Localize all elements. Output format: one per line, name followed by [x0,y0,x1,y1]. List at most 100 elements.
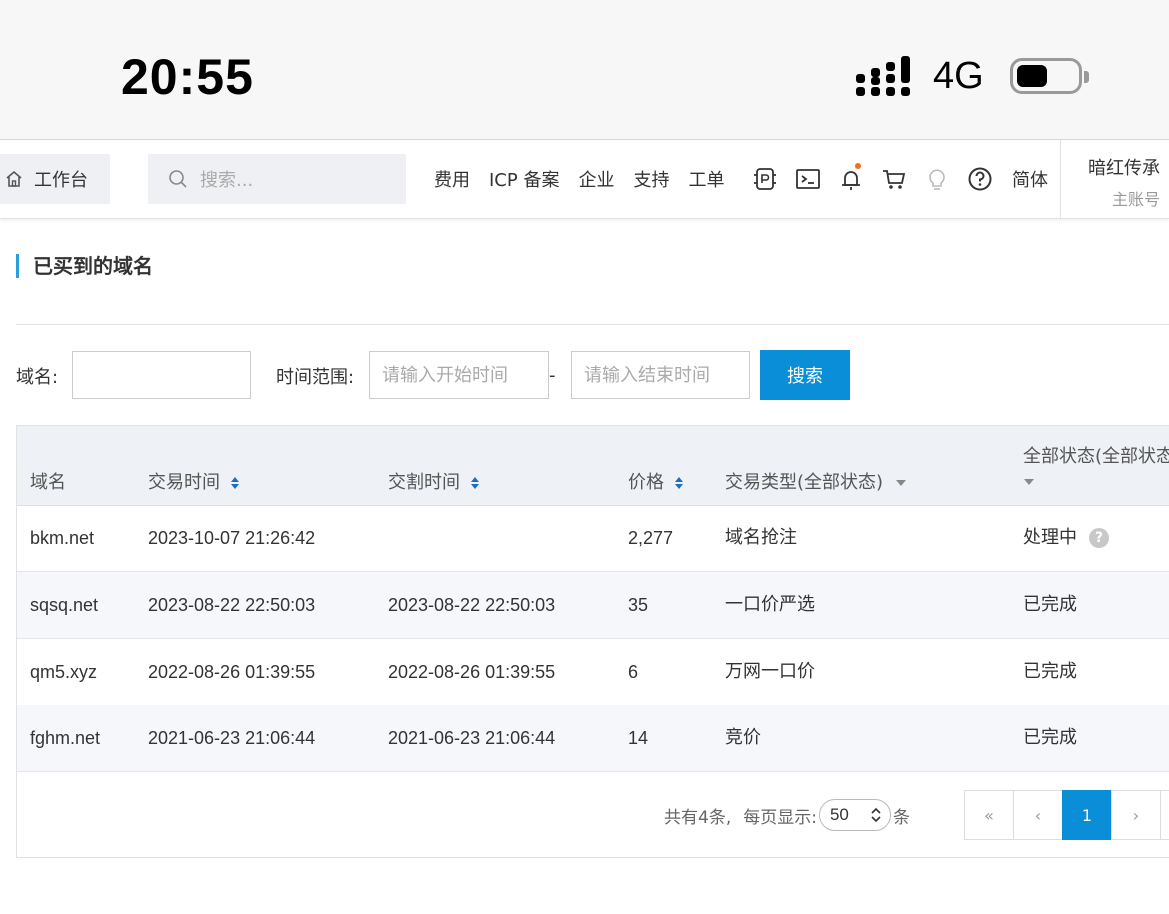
start-time-input[interactable] [369,351,549,399]
help-icon[interactable]: ? [1089,528,1109,548]
page-size-unit: 条 [892,807,910,828]
cell-trade-type: 万网一口价 [725,661,815,682]
search-button[interactable]: 搜索 [760,350,850,400]
cell-trade-time: 2023-08-22 22:50:03 [148,595,316,615]
table-header: 域名 交易时间 交割时间 价格 交易类型(全部状态) 全部状态(全部状态 [17,426,1169,506]
domain-filter-label: 域名: [16,367,59,388]
language-switch[interactable]: 简体 [1012,154,1048,204]
bell-icon[interactable] [837,163,865,193]
account-role: 主账号 [1112,190,1161,209]
cell-trade-type: 域名抢注 [725,527,797,548]
cell-trade-time: 2022-08-26 01:39:55 [148,662,316,682]
workbench-label: 工作台 [34,170,88,191]
global-search-input[interactable]: 搜索... [148,154,406,204]
network-type: 4G [933,55,984,97]
nav-link-fees[interactable]: 费用 [434,166,470,192]
header-trade-type-label: 交易类型(全部状态) [725,472,884,493]
search-icon [169,170,187,188]
cell-trade-type: 一口价严选 [725,594,815,615]
sort-icon [230,477,239,489]
nav-divider [1060,140,1061,218]
status-time: 20:55 [121,49,254,105]
terminal-icon[interactable] [794,165,822,193]
header-status-label: 全部状态(全部状态 [1023,446,1169,467]
chevron-updown-icon [871,807,881,823]
end-time-input[interactable] [571,351,750,399]
page-size-select[interactable]: 50 [818,799,891,831]
table-row: bkm.net 2023-10-07 21:26:42 2,277 域名抢注 处… [17,505,1169,572]
total-count: 共有4条, [664,807,732,828]
nav-link-support[interactable]: 支持 [633,166,669,192]
signal-icon [856,56,910,96]
cell-trade-time: 2023-10-07 21:26:42 [148,528,316,548]
cell-status: 已完成 [1023,727,1077,748]
cell-status: 处理中? [1023,505,1109,571]
domain-filter-input[interactable] [72,351,251,399]
domains-table: 域名 交易时间 交割时间 价格 交易类型(全部状态) 全部状态(全部状态 bkm… [16,425,1169,858]
header-status[interactable]: 全部状态(全部状态 [1023,442,1169,491]
search-placeholder: 搜索... [200,170,254,191]
home-icon [6,170,22,187]
cell-delivery-time: 2023-08-22 22:50:03 [388,595,556,615]
header-trade-time[interactable]: 交易时间 [148,468,240,494]
pagination-info: 共有4条, 每页显示: 50 条 [664,799,910,831]
next-page-button[interactable]: › [1111,790,1161,840]
page-1-button[interactable]: 1 [1062,790,1112,840]
battery-icon [1010,58,1089,94]
first-page-button[interactable]: « [964,790,1014,840]
header-price-label: 价格 [628,472,664,493]
divider [16,324,1169,325]
table-row: fghm.net 2021-06-23 21:06:44 2021-06-23 … [17,705,1169,772]
header-trade-time-label: 交易时间 [148,472,220,493]
status-bar: 20:55 4G [0,0,1169,139]
header-price[interactable]: 价格 [628,468,684,494]
sort-icon [470,477,479,489]
help-circle-icon[interactable] [966,165,994,193]
header-trade-type[interactable]: 交易类型(全部状态) [725,468,907,494]
cell-domain: bkm.net [30,528,95,548]
workbench-button[interactable]: 工作台 [0,154,110,204]
cell-trade-type: 竞价 [725,727,761,748]
per-page-label: 每页显示: [743,807,817,828]
header-delivery-time-label: 交割时间 [388,472,460,493]
cell-price: 35 [628,595,649,615]
nav-link-icp[interactable]: ICP 备案 [489,166,559,192]
account-menu[interactable]: 暗红传承 主账号 [1088,154,1160,210]
page-size-value: 50 [829,805,849,824]
cell-price: 14 [628,728,649,748]
page-title: 已买到的域名 [16,254,153,278]
chevron-down-icon [1024,479,1034,485]
pagination: « ‹ 1 › » [964,790,1169,840]
cart-icon[interactable] [880,165,908,193]
cell-domain: sqsq.net [30,595,99,615]
cell-price: 6 [628,662,639,682]
chevron-down-icon [895,480,906,486]
nav-link-enterprise[interactable]: 企业 [578,166,614,192]
range-separator: - [549,365,556,386]
last-page-button[interactable]: » [1160,790,1169,840]
cell-price: 2,277 [628,528,674,548]
sort-icon [674,477,683,489]
cell-delivery-time: 2021-06-23 21:06:44 [388,728,556,748]
app-icon[interactable] [751,165,779,193]
lightbulb-icon[interactable] [923,165,951,193]
notification-dot [855,163,861,169]
cell-domain: fghm.net [30,728,101,748]
cell-status: 已完成 [1023,661,1077,682]
cell-trade-time: 2021-06-23 21:06:44 [148,728,316,748]
nav-link-tickets[interactable]: 工单 [688,166,724,192]
nav-links: 费用 ICP 备案 企业 支持 工单 [434,154,743,204]
cell-status: 已完成 [1023,594,1077,615]
header-delivery-time[interactable]: 交割时间 [388,468,480,494]
prev-page-button[interactable]: ‹ [1013,790,1063,840]
cell-delivery-time: 2022-08-26 01:39:55 [388,662,556,682]
cell-status-label: 处理中 [1023,527,1077,548]
header-domain: 域名 [30,472,66,493]
top-navigation: 工作台 搜索... 费用 ICP 备案 企业 支持 工单 简体 暗红传承 主账号 [0,139,1169,219]
nav-icons [751,154,1009,204]
account-name: 暗红传承 [1088,158,1160,179]
table-row: sqsq.net 2023-08-22 22:50:03 2023-08-22 … [17,572,1169,639]
table-row: qm5.xyz 2022-08-26 01:39:55 2022-08-26 0… [17,639,1169,706]
time-range-label: 时间范围: [276,367,355,388]
cell-domain: qm5.xyz [30,662,98,682]
